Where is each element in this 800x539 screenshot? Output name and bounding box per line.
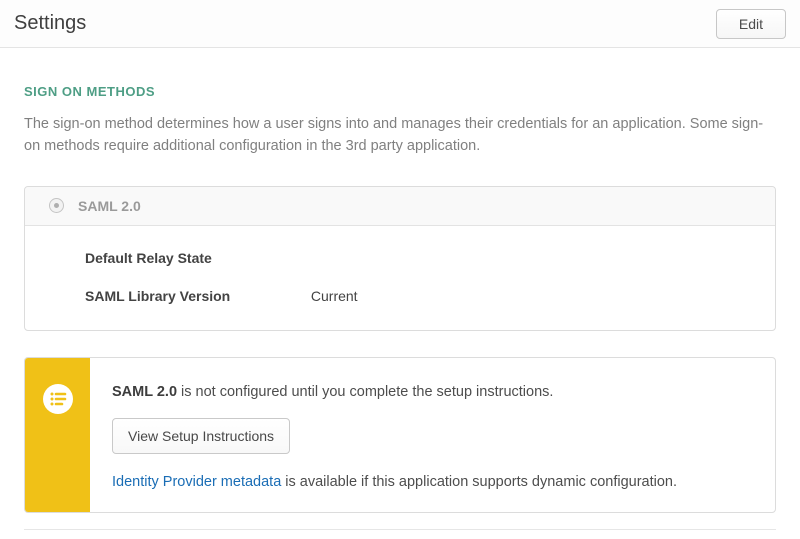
callout-text-bold: SAML 2.0 [112, 384, 177, 400]
page-header: Settings Edit [0, 0, 800, 48]
callout-link-line: Identity Provider metadata is available … [112, 474, 751, 490]
callout-accent-bar [25, 358, 90, 512]
callout-link-suffix: is available if this application support… [281, 474, 677, 490]
field-row-default-relay-state: Default Relay State [85, 250, 775, 266]
section-description: The sign-on method determines how a user… [24, 113, 776, 158]
identity-provider-metadata-link[interactable]: Identity Provider metadata [112, 474, 281, 490]
saml-radio-dot [54, 203, 59, 208]
section-heading: SIGN ON METHODS [24, 84, 776, 99]
bottom-section-divider [24, 529, 776, 530]
page-title: Settings [14, 12, 86, 35]
saml-radio-label: SAML 2.0 [78, 198, 141, 214]
view-setup-instructions-button[interactable]: View Setup Instructions [112, 418, 290, 454]
callout-text: SAML 2.0 is not configured until you com… [112, 384, 751, 400]
field-label-saml-library-version: SAML Library Version [85, 288, 307, 304]
setup-instructions-list-icon [43, 384, 73, 414]
saml-card-body: Default Relay State SAML Library Version… [25, 226, 775, 330]
edit-button[interactable]: Edit [716, 9, 786, 39]
saml-radio-button[interactable] [49, 198, 64, 213]
callout-text-rest: is not configured until you complete the… [177, 384, 553, 400]
callout-content: SAML 2.0 is not configured until you com… [90, 358, 775, 512]
main-content: SIGN ON METHODS The sign-on method deter… [0, 84, 800, 530]
field-row-saml-library-version: SAML Library Version Current [85, 288, 775, 304]
settings-page: Settings Edit SIGN ON METHODS The sign-o… [0, 0, 800, 539]
setup-instructions-callout: SAML 2.0 is not configured until you com… [24, 357, 776, 513]
field-label-default-relay-state: Default Relay State [85, 250, 307, 266]
saml-card-header: SAML 2.0 [25, 187, 775, 226]
field-value-saml-library-version: Current [311, 288, 358, 304]
saml-card: SAML 2.0 Default Relay State SAML Librar… [24, 186, 776, 331]
